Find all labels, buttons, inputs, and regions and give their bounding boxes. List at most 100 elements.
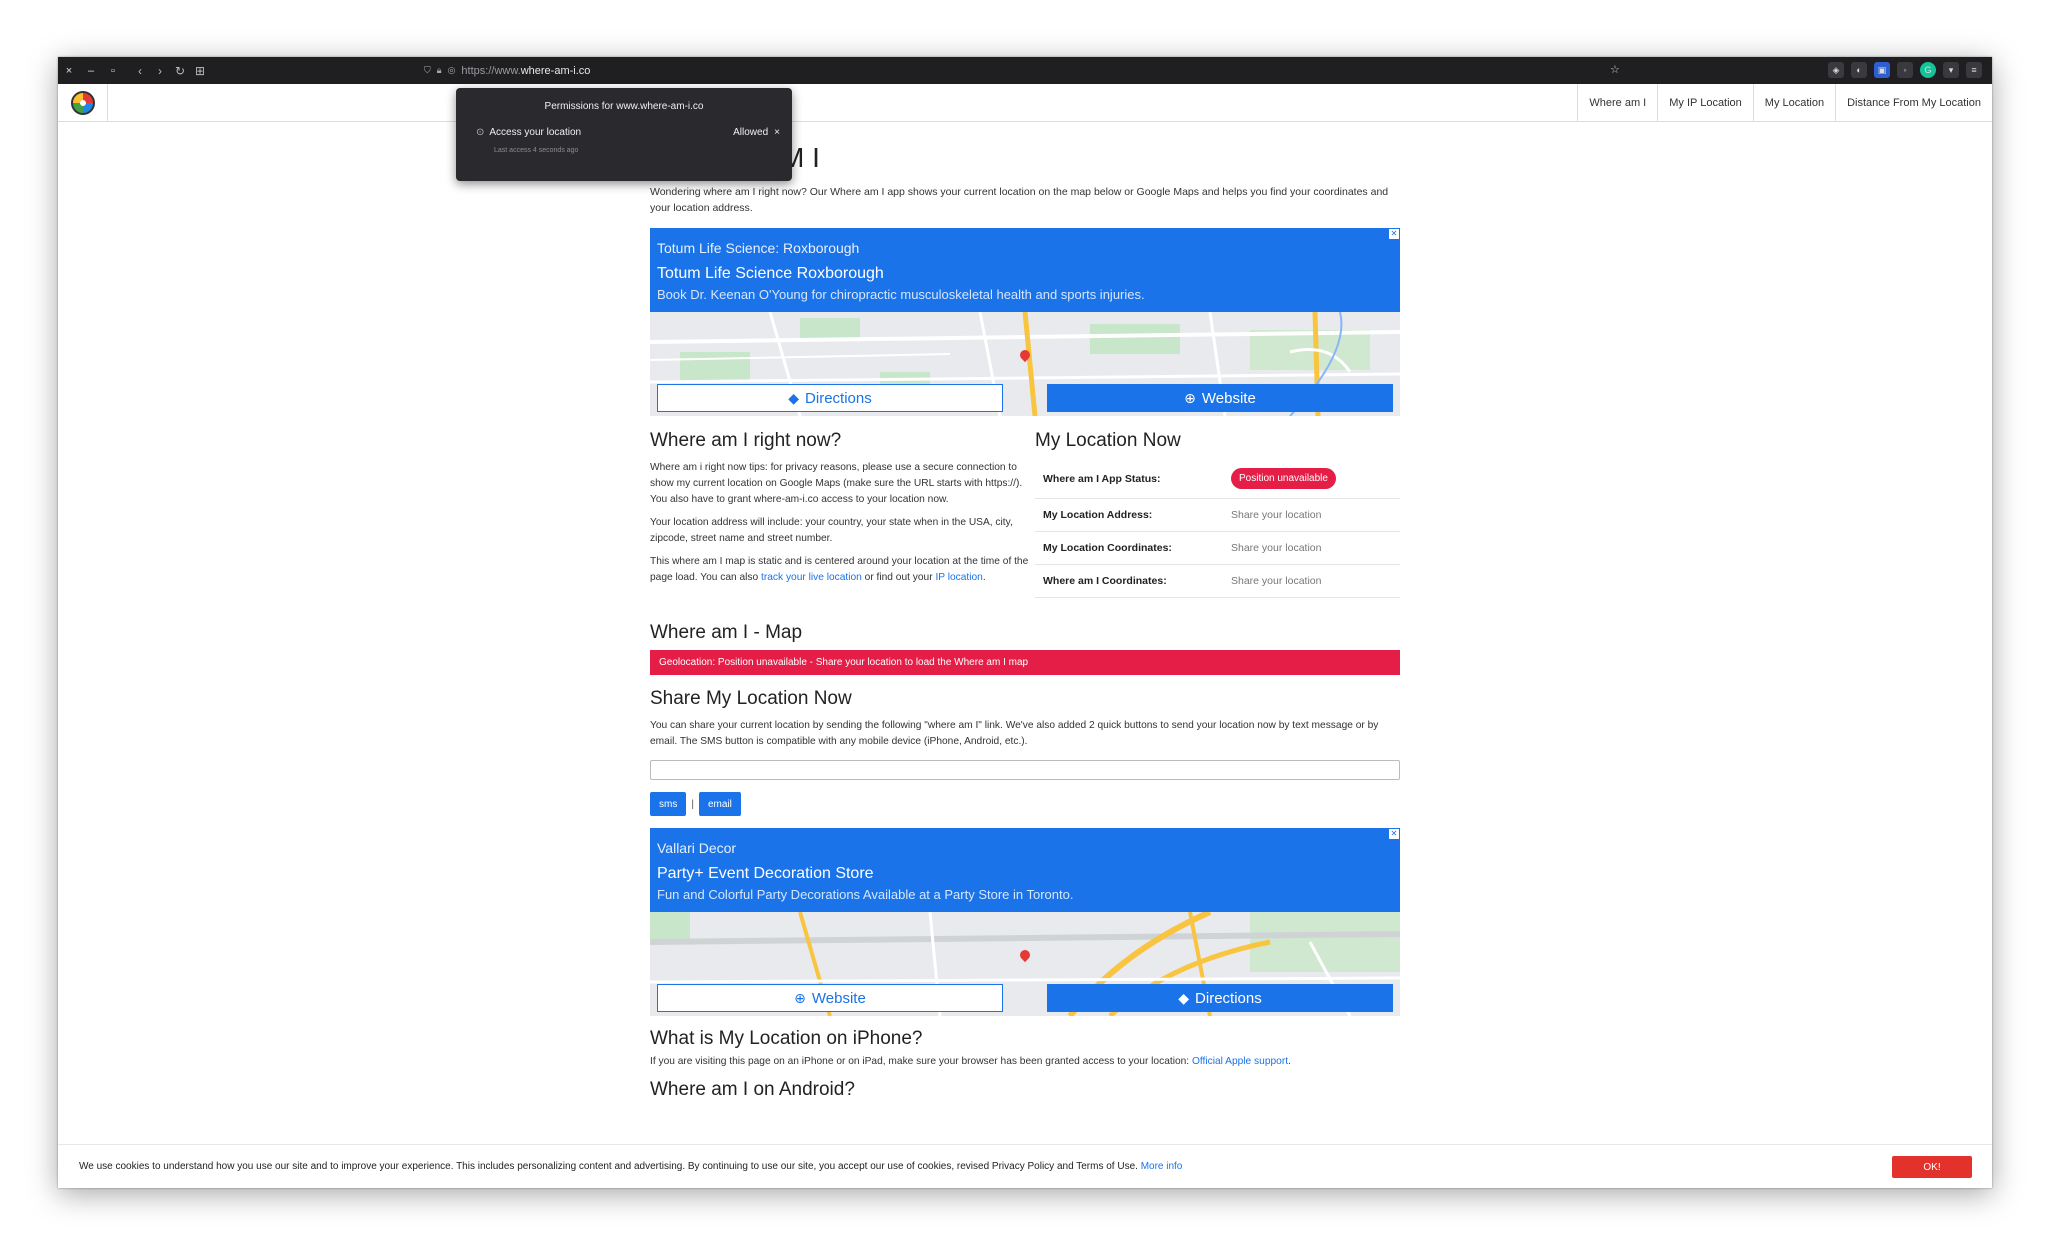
url-domain: where-am-i.co	[520, 64, 591, 77]
right-now-p1: Where am i right now tips: for privacy r…	[650, 462, 1023, 505]
reload-icon[interactable]: ↻	[170, 64, 190, 78]
shield-icon[interactable]: ⛉	[424, 65, 431, 76]
ad-directions-button[interactable]: ◆ Directions	[1047, 984, 1393, 1012]
ad-banner[interactable]: Totum Life Science: Roxborough Totum Lif…	[650, 228, 1400, 416]
ad-website-button[interactable]: ⊕ Website	[1047, 384, 1393, 412]
extension-icon[interactable]: ▣	[1874, 62, 1890, 78]
nav-menu: Where am I My IP Location My Location Di…	[1577, 84, 1992, 122]
main-content: M I Wondering where am I right now? Our …	[650, 122, 1400, 1101]
track-live-location-link[interactable]: track your live location	[761, 572, 862, 583]
iphone-text: If you are visiting this page on an iPho…	[650, 1056, 1400, 1067]
ad-map-image[interactable]: ⊕ Website ◆ Directions	[650, 912, 1400, 1016]
cookie-bar: We use cookies to understand how you use…	[58, 1144, 1992, 1188]
globe-icon: ⊕	[794, 989, 806, 1006]
nav-item-where-am-i[interactable]: Where am I	[1577, 84, 1657, 122]
ip-location-link[interactable]: IP location	[935, 572, 982, 583]
nav-item-my-ip-location[interactable]: My IP Location	[1657, 84, 1753, 122]
ad-advertiser[interactable]: Vallari Decor	[657, 840, 1393, 856]
iphone-text-body: If you are visiting this page on an iPho…	[650, 1056, 1192, 1067]
row-value: Share your location	[1231, 575, 1322, 587]
right-now-p3: This where am I map is static and is cen…	[650, 554, 1035, 586]
table-row: Where am I Coordinates: Share your locat…	[1035, 565, 1400, 598]
ad-description[interactable]: Book Dr. Keenan O'Young for chiropractic…	[657, 287, 1393, 302]
ad-website-label: Website	[811, 989, 866, 1007]
ad-advertiser[interactable]: Totum Life Science: Roxborough	[657, 240, 1393, 256]
right-now-heading: Where am I right now?	[650, 430, 842, 451]
row-value: Share your location	[1231, 509, 1322, 521]
permission-status: Allowed	[733, 127, 769, 138]
extensions-area: ◈ ◐ ▣ ◦ G ▾ ≡	[1828, 62, 1982, 78]
intro-paragraph: Wondering where am I right now? Our Wher…	[650, 186, 1389, 214]
table-row: My Location Address: Share your location	[1035, 499, 1400, 532]
new-tab-icon[interactable]: ⊞	[190, 64, 210, 78]
ad-header[interactable]: Totum Life Science: Roxborough Totum Lif…	[650, 228, 1400, 312]
row-label: Where am I Coordinates:	[1043, 575, 1167, 587]
ad-banner[interactable]: Vallari Decor Party+ Event Decoration St…	[650, 828, 1400, 1016]
ad-directions-label: Directions	[805, 389, 872, 407]
info-columns: Where am I right now? Where am i right n…	[650, 430, 1400, 598]
cookie-more-info-link[interactable]: More info	[1141, 1161, 1183, 1172]
ad-website-label: Website	[1201, 389, 1256, 407]
share-buttons: sms | email	[650, 792, 1400, 816]
ad-directions-button[interactable]: ◆ Directions	[657, 384, 1003, 412]
ad-headline[interactable]: Party+ Event Decoration Store	[657, 865, 1393, 883]
maximize-window-icon[interactable]: ▫	[102, 65, 124, 77]
separator: |	[691, 798, 694, 810]
tracking-shield-icon[interactable]: ◈	[1828, 62, 1844, 78]
email-button[interactable]: email	[698, 792, 741, 816]
ad-directions-label: Directions	[1195, 989, 1262, 1007]
permissions-popup: Permissions for www.where-am-i.co ⊙ Acce…	[456, 88, 792, 181]
back-icon[interactable]: ‹	[130, 64, 150, 78]
share-link-input[interactable]	[650, 760, 1400, 780]
location-permission-icon[interactable]: ◎	[448, 65, 456, 76]
location-now-heading: My Location Now	[1035, 430, 1181, 451]
url-prefix: https://www.	[461, 64, 521, 77]
row-label: My Location Address:	[1043, 509, 1153, 521]
ad-close-icon[interactable]: ✕	[1389, 229, 1399, 239]
browser-window: × – ▫ ‹ › ↻ ⊞ ⛉ 🔒︎ ◎ https://www.where-a…	[58, 57, 1992, 1188]
bookmark-star-icon[interactable]: ☆	[1610, 63, 1620, 76]
apple-support-link[interactable]: Official Apple support	[1192, 1056, 1288, 1067]
forward-icon[interactable]: ›	[150, 64, 170, 78]
ad-map-image[interactable]: ◆ Directions ⊕ Website	[650, 312, 1400, 416]
url-text[interactable]: https://www.where-am-i.co	[461, 65, 590, 77]
lock-icon[interactable]: 🔒︎	[437, 65, 442, 76]
nav-item-distance[interactable]: Distance From My Location	[1835, 84, 1992, 122]
cookie-ok-button[interactable]: OK!	[1892, 1156, 1972, 1178]
revoke-permission-icon[interactable]: ×	[774, 127, 780, 138]
permissions-title: Permissions for www.where-am-i.co	[544, 101, 704, 112]
row-value: Share your location	[1231, 542, 1322, 554]
minimize-window-icon[interactable]: –	[80, 65, 102, 77]
site-navbar: Where am I My IP Location My Location Di…	[58, 84, 1992, 122]
extension-icon[interactable]: ◐	[1851, 62, 1867, 78]
site-logo-icon	[70, 91, 95, 115]
permission-label: Access your location	[489, 127, 582, 138]
browser-toolbar: × – ▫ ‹ › ↻ ⊞ ⛉ 🔒︎ ◎ https://www.where-a…	[58, 57, 1992, 84]
address-bar[interactable]: ⛉ 🔒︎ ◎ https://www.where-am-i.co	[424, 61, 1694, 80]
map-heading: Where am I - Map	[650, 622, 803, 643]
dropdown-icon[interactable]: ▾	[1943, 62, 1959, 78]
directions-icon: ◆	[788, 389, 800, 406]
extension-icon[interactable]: ◦	[1897, 62, 1913, 78]
ad-close-icon[interactable]: ✕	[1389, 829, 1399, 839]
directions-icon: ◆	[1178, 989, 1190, 1006]
iphone-text-end: .	[1288, 1056, 1291, 1067]
sms-button[interactable]: sms	[650, 792, 687, 816]
table-row: Where am I App Status: Position unavaila…	[1035, 459, 1400, 499]
logo-link[interactable]	[58, 84, 108, 122]
permission-row: ⊙ Access your location Allowed ×	[476, 127, 780, 138]
p3-text-c: .	[982, 572, 986, 583]
right-now-p2: Your location address will include: your…	[650, 517, 1013, 544]
nav-item-my-location[interactable]: My Location	[1752, 84, 1835, 122]
ad-header[interactable]: Vallari Decor Party+ Event Decoration St…	[650, 828, 1400, 912]
ad-headline[interactable]: Totum Life Science Roxborough	[657, 265, 1393, 283]
p3-text-b: or find out your	[861, 572, 936, 583]
cookie-text: We use cookies to understand how you use…	[79, 1161, 1182, 1172]
ad-description[interactable]: Fun and Colorful Party Decorations Avail…	[657, 887, 1393, 902]
hamburger-menu-icon[interactable]: ≡	[1966, 62, 1982, 78]
close-window-icon[interactable]: ×	[58, 65, 80, 77]
grammarly-icon[interactable]: G	[1920, 62, 1936, 78]
row-label: Where am I App Status:	[1043, 472, 1161, 485]
row-label: My Location Coordinates:	[1043, 542, 1172, 554]
ad-website-button[interactable]: ⊕ Website	[657, 984, 1003, 1012]
